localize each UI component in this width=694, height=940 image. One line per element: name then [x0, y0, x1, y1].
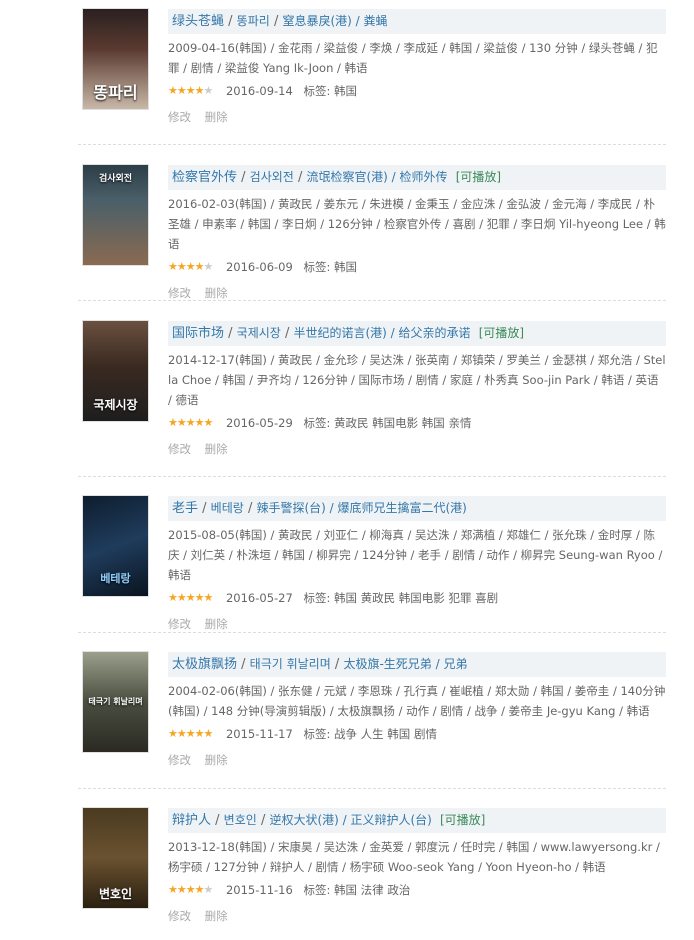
- poster-title: 태극기 휘날리며: [88, 697, 143, 706]
- movie-poster[interactable]: 변호인: [83, 808, 148, 908]
- movie-intro: 2016-02-03(韩国) / 黄政民 / 姜东元 / 朱进模 / 金秉玉 /…: [168, 197, 666, 251]
- title-bar: 绿头苍蝇 / 똥파리 / 窒息暴戾(港) / 粪蝇: [168, 9, 666, 34]
- marked-date: 2016-05-27: [225, 591, 293, 605]
- tags-label: 标签:: [303, 84, 335, 98]
- movie-title-link[interactable]: 辩护人: [172, 813, 211, 828]
- title-bar: 太极旗飘扬 / 태극기 휘날리며 / 太极旗-生死兄弟 / 兄弟: [168, 652, 666, 677]
- rating-stars: ★★★★★: [168, 84, 213, 97]
- edit-link[interactable]: 修改: [168, 442, 191, 456]
- rating-row: ★★★★★ 2015-11-16 标签: 韩国 法律 政治: [168, 880, 666, 900]
- tags: 黄政民 韩国电影 韩国 亲情: [334, 416, 472, 430]
- item-ops: 修改 删除: [168, 616, 666, 632]
- edit-link[interactable]: 修改: [168, 110, 191, 124]
- movie-poster[interactable]: 국제시장: [83, 321, 148, 421]
- movie-title-link[interactable]: 检察官外传: [172, 170, 237, 185]
- title-bar: 国际市场 / 국제시장 / 半世纪的诺言(港) / 给父亲的承诺 [可播放]: [168, 321, 666, 346]
- movie-intro: 2009-04-16(韩国) / 金花雨 / 梁益俊 / 李焕 / 李成延 / …: [168, 41, 658, 75]
- item-ops: 修改 删除: [168, 285, 666, 301]
- edit-link[interactable]: 修改: [168, 617, 191, 631]
- tags-label: 标签:: [303, 416, 334, 430]
- marked-date: 2015-11-16: [225, 883, 293, 897]
- movie-original-title: 태극기 휘날리며: [249, 657, 331, 671]
- tags: 韩国: [334, 260, 358, 274]
- movie-other-titles: 辣手警探(台) / 爆底师兄生擒富二代(港): [256, 501, 467, 515]
- rating-row: ★★★★★ 2016-05-29 标签: 黄政民 韩国电影 韩国 亲情: [168, 413, 666, 433]
- delete-link[interactable]: 删除: [205, 110, 228, 124]
- item-ops: 修改 删除: [168, 908, 666, 924]
- movie-other-titles: 太极旗-生死兄弟 / 兄弟: [343, 657, 468, 671]
- rating-row: ★★★★★ 2016-09-14 标签: 韩国: [168, 81, 666, 101]
- divider: [78, 300, 666, 301]
- movie-original-title: 검사외전: [249, 170, 294, 184]
- tags: 韩国 法律 政治: [334, 883, 411, 897]
- tags-label: 标签:: [303, 260, 335, 274]
- movie-intro: 2004-02-06(韩国) / 张东健 / 元斌 / 李恩珠 / 孔行真 / …: [168, 684, 666, 718]
- edit-link[interactable]: 修改: [168, 753, 191, 767]
- movie-title-link[interactable]: 太极旗飘扬: [172, 657, 237, 672]
- delete-link[interactable]: 删除: [205, 617, 228, 631]
- marked-date: 2016-06-09: [225, 260, 293, 274]
- movie-original-title: 베테랑: [210, 501, 244, 515]
- item-ops: 修改 删除: [168, 441, 666, 457]
- movie-original-title: 똥파리: [236, 14, 270, 28]
- movie-other-titles: 半世纪的诺言(港) / 给父亲的承诺: [293, 326, 471, 340]
- tags-label: 标签:: [303, 591, 334, 605]
- title-bar: 辩护人 / 변호인 / 逆权大状(港) / 正义辩护人(台) [可播放]: [168, 808, 666, 833]
- rating-stars: ★★★★★: [168, 416, 213, 429]
- movie-poster[interactable]: 검사외전: [83, 165, 148, 265]
- delete-link[interactable]: 删除: [205, 753, 228, 767]
- movie-intro: 2015-08-05(韩国) / 黄政民 / 刘亚仁 / 柳海真 / 吴达洙 /…: [168, 528, 663, 582]
- divider: [78, 788, 666, 789]
- movie-other-titles: 窒息暴戾(港) / 粪蝇: [282, 14, 388, 28]
- rating-stars: ★★★★★: [168, 883, 213, 896]
- movie-original-title: 변호인: [223, 813, 257, 827]
- delete-link[interactable]: 删除: [205, 286, 228, 300]
- playable-badge[interactable]: [可播放]: [440, 813, 485, 827]
- rating-stars: ★★★★★: [168, 591, 213, 604]
- movie-poster[interactable]: 베테랑: [83, 496, 148, 596]
- tags: 战争 人生 韩国 剧情: [334, 727, 437, 741]
- poster-title: 변호인: [98, 887, 133, 901]
- divider: [78, 476, 666, 477]
- divider: [78, 632, 666, 633]
- delete-link[interactable]: 删除: [205, 909, 228, 923]
- title-bar: 检察官外传 / 검사외전 / 流氓检察官(港) / 检师外传 [可播放]: [168, 165, 666, 190]
- poster-title: 국제시장: [93, 398, 138, 412]
- playable-badge[interactable]: [可播放]: [479, 326, 524, 340]
- movie-intro: 2013-12-18(韩国) / 宋康昊 / 吴达洙 / 金英爱 / 郭度沅 /…: [168, 840, 660, 874]
- tags-label: 标签:: [303, 727, 334, 741]
- title-bar: 老手 / 베테랑 / 辣手警探(台) / 爆底师兄生擒富二代(港): [168, 496, 666, 521]
- marked-date: 2016-05-29: [225, 416, 293, 430]
- movie-title-link[interactable]: 老手: [172, 501, 198, 516]
- poster-title: 검사외전: [98, 174, 133, 184]
- poster-title: 똥파리: [93, 83, 138, 102]
- movie-poster[interactable]: 태극기 휘날리며: [83, 652, 148, 752]
- tags: 韩国: [334, 84, 358, 98]
- movie-poster[interactable]: 똥파리: [83, 9, 148, 109]
- movie-intro: 2014-12-17(韩国) / 黄政民 / 金允珍 / 吴达洙 / 张英南 /…: [168, 353, 666, 407]
- item-ops: 修改 删除: [168, 752, 666, 768]
- movie-other-titles: 流氓检察官(港) / 检师外传: [306, 170, 448, 184]
- poster-title: 베테랑: [100, 572, 131, 585]
- rating-row: ★★★★★ 2015-11-17 标签: 战争 人生 韩国 剧情: [168, 724, 666, 744]
- rating-row: ★★★★★ 2016-05-27 标签: 韩国 黄政民 韩国电影 犯罪 喜剧: [168, 588, 666, 608]
- rating-stars: ★★★★★: [168, 260, 213, 273]
- divider: [78, 144, 666, 145]
- delete-link[interactable]: 删除: [205, 442, 228, 456]
- edit-link[interactable]: 修改: [168, 286, 191, 300]
- item-ops: 修改 删除: [168, 109, 666, 125]
- marked-date: 2016-09-14: [225, 84, 293, 98]
- rating-stars: ★★★★★: [168, 727, 213, 740]
- tags-label: 标签:: [303, 883, 335, 897]
- movie-original-title: 국제시장: [236, 326, 281, 340]
- movie-other-titles: 逆权大状(港) / 正义辩护人(台): [269, 813, 432, 827]
- tags: 韩国 黄政民 韩国电影 犯罪 喜剧: [334, 591, 499, 605]
- movie-title-link[interactable]: 绿头苍蝇: [172, 14, 224, 29]
- edit-link[interactable]: 修改: [168, 909, 191, 923]
- playable-badge[interactable]: [可播放]: [456, 170, 501, 184]
- rating-row: ★★★★★ 2016-06-09 标签: 韩国: [168, 257, 666, 277]
- marked-date: 2015-11-17: [225, 727, 293, 741]
- movie-title-link[interactable]: 国际市场: [172, 326, 224, 341]
